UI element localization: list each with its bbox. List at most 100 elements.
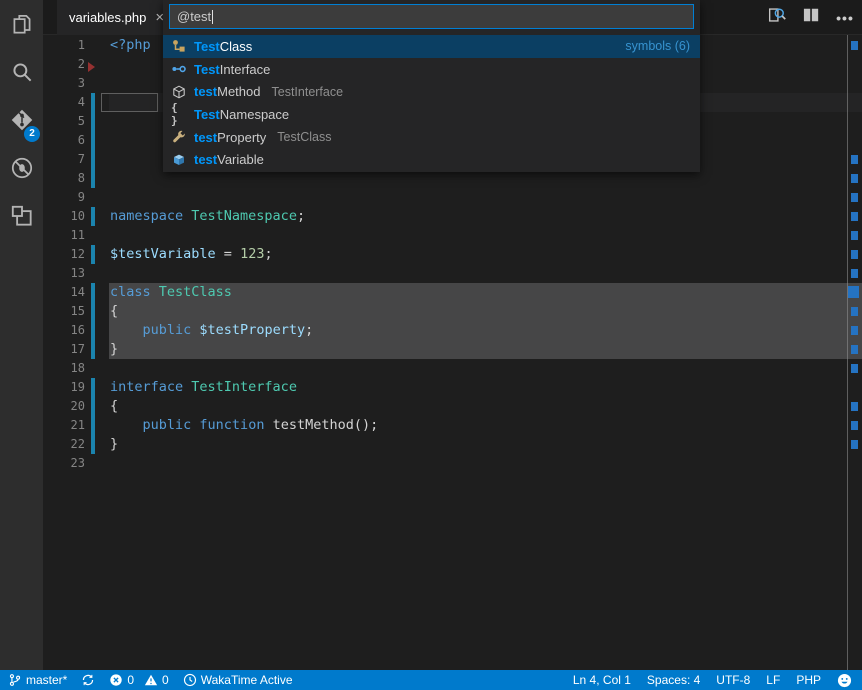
more-actions-button[interactable]: ••• bbox=[832, 5, 858, 31]
open-changes-button[interactable] bbox=[764, 5, 790, 31]
git-gutter-modified bbox=[91, 245, 95, 264]
line-number[interactable]: 13 bbox=[43, 264, 85, 283]
smiley-icon bbox=[837, 673, 852, 688]
sidebar-item-extensions[interactable] bbox=[0, 192, 43, 240]
quick-open-input[interactable]: @test bbox=[169, 4, 694, 29]
code-line[interactable]: 22} bbox=[43, 435, 862, 454]
code-line[interactable]: 21 public function testMethod(); bbox=[43, 416, 862, 435]
symbol-label-rest: Namespace bbox=[220, 107, 289, 122]
symbol-label-rest: Variable bbox=[217, 152, 264, 167]
code-line[interactable]: 13 bbox=[43, 264, 862, 283]
code-text: } bbox=[110, 435, 118, 454]
code-line[interactable]: 18 bbox=[43, 359, 862, 378]
code-token: = bbox=[216, 246, 240, 262]
overview-ruler[interactable] bbox=[847, 35, 862, 670]
line-number[interactable]: 11 bbox=[43, 226, 85, 245]
line-number[interactable]: 7 bbox=[43, 150, 85, 169]
tab-variables-php[interactable]: variables.php × bbox=[57, 0, 174, 35]
code-line[interactable]: 11 bbox=[43, 226, 862, 245]
line-number[interactable]: 4 bbox=[43, 93, 85, 112]
git-gutter-modified bbox=[91, 112, 95, 131]
sidebar-item-explorer[interactable] bbox=[0, 0, 43, 48]
namespace-icon: { } bbox=[171, 106, 187, 122]
git-gutter-modified bbox=[91, 397, 95, 416]
code-line[interactable]: 17} bbox=[43, 340, 862, 359]
quick-open-item-testclass[interactable]: TestClass symbols (6) bbox=[163, 35, 700, 58]
code-line[interactable]: 12$testVariable = 123; bbox=[43, 245, 862, 264]
code-text: { bbox=[110, 302, 118, 321]
class-icon bbox=[171, 38, 187, 54]
indentation-setting[interactable]: Spaces: 4 bbox=[647, 673, 700, 687]
overview-git-mark bbox=[851, 402, 858, 411]
quick-open-item-testinterface[interactable]: TestInterface bbox=[163, 58, 700, 81]
code-line[interactable]: 9 bbox=[43, 188, 862, 207]
quick-open-item-testmethod[interactable]: testMethodTestInterface bbox=[163, 80, 700, 103]
symbol-label: TestClass bbox=[194, 39, 252, 54]
line-number[interactable]: 3 bbox=[43, 74, 85, 93]
git-branch-indicator[interactable]: master* bbox=[8, 673, 67, 687]
sidebar-item-search[interactable] bbox=[0, 48, 43, 96]
code-text: } bbox=[110, 340, 118, 359]
line-number[interactable]: 22 bbox=[43, 435, 85, 454]
line-number[interactable]: 15 bbox=[43, 302, 85, 321]
encoding-setting[interactable]: UTF-8 bbox=[716, 673, 750, 687]
group-badge: symbols (6) bbox=[625, 39, 690, 53]
eol-setting[interactable]: LF bbox=[766, 673, 780, 687]
line-number[interactable]: 1 bbox=[43, 36, 85, 55]
line-number[interactable]: 21 bbox=[43, 416, 85, 435]
quick-open-item-testvariable[interactable]: testVariable bbox=[163, 148, 700, 171]
code-token: { bbox=[110, 303, 118, 319]
code-text: public function testMethod(); bbox=[110, 416, 378, 435]
line-number[interactable]: 2 bbox=[43, 55, 85, 74]
git-gutter-modified bbox=[91, 131, 95, 150]
wakatime-status[interactable]: WakaTime Active bbox=[183, 673, 293, 687]
variable-icon bbox=[171, 152, 187, 168]
line-number[interactable]: 18 bbox=[43, 359, 85, 378]
cursor-position-label: Ln 4, Col 1 bbox=[573, 673, 631, 687]
line-number[interactable]: 8 bbox=[43, 169, 85, 188]
symbol-label-match: Test bbox=[194, 107, 220, 122]
language-mode[interactable]: PHP bbox=[796, 673, 821, 687]
cursor-position[interactable]: Ln 4, Col 1 bbox=[573, 673, 631, 687]
code-line[interactable]: 10namespace TestNamespace; bbox=[43, 207, 862, 226]
method-icon bbox=[171, 84, 187, 100]
sidebar-item-source-control[interactable]: 2 bbox=[0, 96, 43, 144]
code-token: testMethod bbox=[273, 417, 354, 433]
tab-title: variables.php bbox=[69, 10, 146, 25]
code-token: } bbox=[110, 341, 118, 357]
overview-git-mark bbox=[851, 269, 858, 278]
quick-open-item-testnamespace[interactable]: { } TestNamespace bbox=[163, 103, 700, 126]
git-gutter-modified bbox=[91, 169, 95, 188]
line-number[interactable]: 9 bbox=[43, 188, 85, 207]
code-line[interactable]: 19interface TestInterface bbox=[43, 378, 862, 397]
line-number[interactable]: 12 bbox=[43, 245, 85, 264]
feedback-button[interactable] bbox=[837, 673, 852, 688]
code-text: public $testProperty; bbox=[110, 321, 313, 340]
line-number[interactable]: 23 bbox=[43, 454, 85, 473]
code-line[interactable]: 14class TestClass bbox=[43, 283, 862, 302]
split-editor-button[interactable] bbox=[798, 5, 824, 31]
code-line[interactable]: 15 { bbox=[43, 302, 862, 321]
problems-indicator[interactable]: 0 0 bbox=[109, 673, 168, 687]
code-line[interactable]: 20{ bbox=[43, 397, 862, 416]
files-icon bbox=[9, 11, 35, 37]
sidebar-item-debug[interactable] bbox=[0, 144, 43, 192]
line-number[interactable]: 16 bbox=[43, 321, 85, 340]
code-line[interactable]: 16 public $testProperty; bbox=[43, 321, 862, 340]
language-label: PHP bbox=[796, 673, 821, 687]
symbol-label: testProperty bbox=[194, 130, 266, 145]
line-number[interactable]: 20 bbox=[43, 397, 85, 416]
status-bar: master* 0 bbox=[0, 670, 862, 690]
line-number[interactable]: 19 bbox=[43, 378, 85, 397]
sync-button[interactable] bbox=[81, 673, 95, 687]
symbol-detail: TestInterface bbox=[272, 85, 344, 99]
quick-open-item-testproperty[interactable]: testPropertyTestClass bbox=[163, 126, 700, 149]
line-number[interactable]: 5 bbox=[43, 112, 85, 131]
git-gutter-modified bbox=[91, 340, 95, 359]
activity-bar: 2 bbox=[0, 0, 43, 670]
line-number[interactable]: 6 bbox=[43, 131, 85, 150]
code-line[interactable]: 23 bbox=[43, 454, 862, 473]
line-number[interactable]: 17 bbox=[43, 340, 85, 359]
line-number[interactable]: 14 bbox=[43, 283, 85, 302]
line-number[interactable]: 10 bbox=[43, 207, 85, 226]
